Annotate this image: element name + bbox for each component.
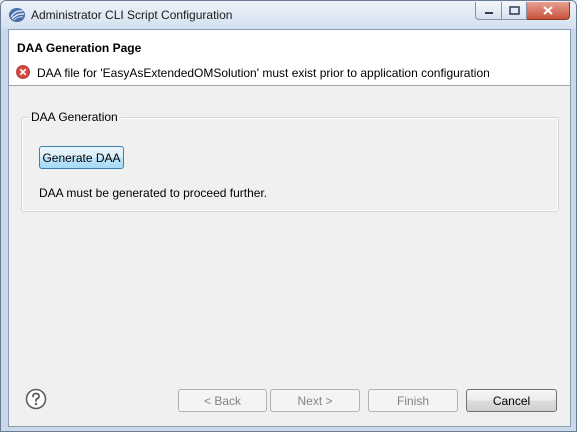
- wizard-header: DAA Generation Page DAA file for 'EasyAs…: [9, 30, 570, 86]
- page-title: DAA Generation Page: [17, 41, 142, 55]
- maximize-button[interactable]: [502, 2, 527, 20]
- dialog-client-area: DAA Generation Page DAA file for 'EasyAs…: [8, 29, 571, 427]
- error-message: DAA file for 'EasyAsExtendedOMSolution' …: [37, 66, 490, 80]
- group-label: DAA Generation: [28, 110, 121, 124]
- close-button[interactable]: [527, 2, 570, 20]
- help-icon[interactable]: [25, 388, 47, 410]
- minimize-icon: [484, 11, 493, 14]
- error-icon: [16, 65, 30, 79]
- minimize-button[interactable]: [475, 2, 502, 20]
- finish-button[interactable]: Finish: [368, 389, 458, 412]
- eclipse-app-icon: [9, 8, 25, 22]
- next-button[interactable]: Next >: [270, 389, 360, 412]
- title-bar[interactable]: Administrator CLI Script Configuration: [1, 1, 576, 29]
- window-controls: [475, 2, 570, 20]
- generate-daa-button[interactable]: Generate DAA: [39, 146, 124, 169]
- back-button[interactable]: < Back: [178, 389, 267, 412]
- close-icon: [543, 6, 553, 15]
- cancel-button[interactable]: Cancel: [466, 389, 557, 412]
- window-title: Administrator CLI Script Configuration: [31, 8, 233, 22]
- maximize-icon: [508, 6, 520, 15]
- dialog-window: Administrator CLI Script Configuration D…: [0, 0, 577, 432]
- daa-hint-text: DAA must be generated to proceed further…: [39, 186, 268, 200]
